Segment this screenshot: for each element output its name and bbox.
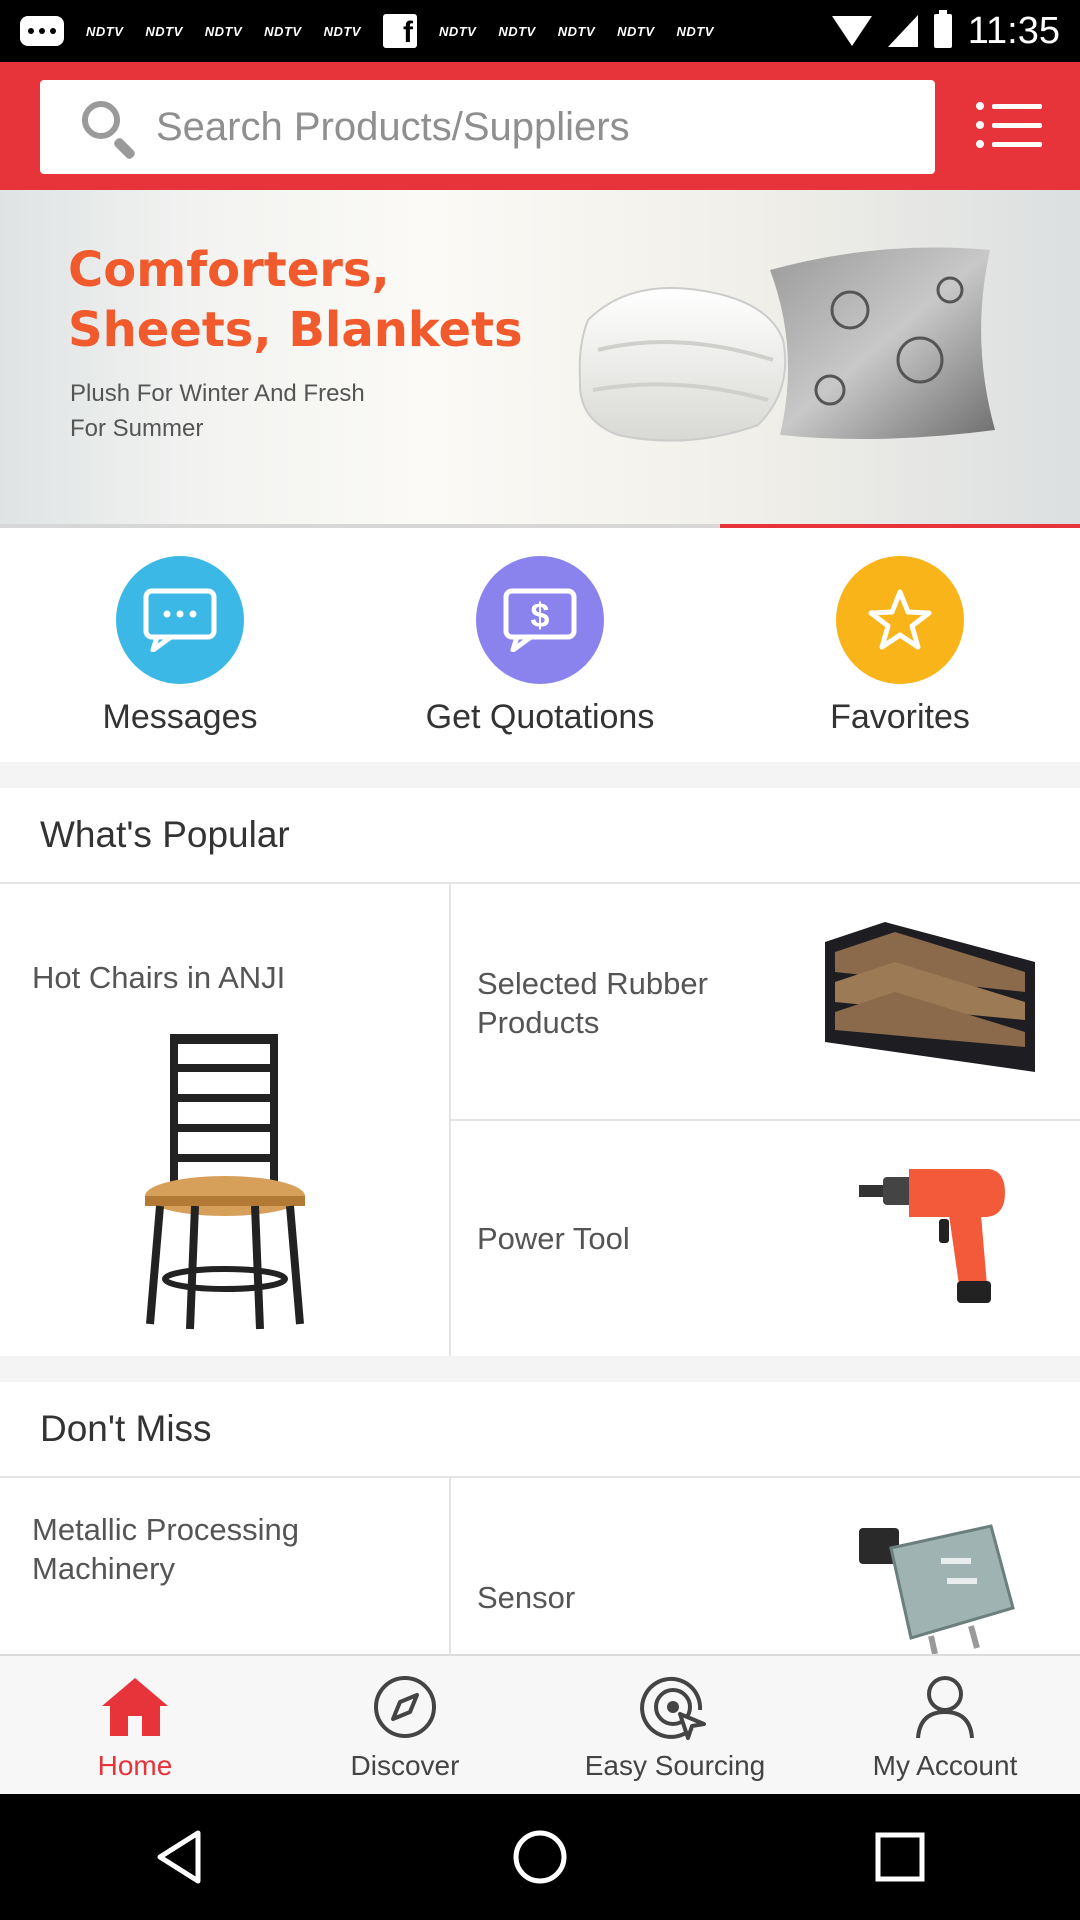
ndtv-notification-icon: NDTV xyxy=(323,23,361,39)
popular-item-rubber-products[interactable]: Selected Rubber Products xyxy=(451,884,1080,1119)
banner-subtitle: Plush For Winter And Fresh For Summer xyxy=(70,380,365,442)
messages-button[interactable]: Messages xyxy=(0,528,360,762)
status-bar: NDTV NDTV NDTV NDTV NDTV f NDTV NDTV NDT… xyxy=(0,0,1080,62)
nav-label: Discover xyxy=(350,1750,460,1781)
nav-discover[interactable]: Discover xyxy=(270,1656,540,1794)
bottom-navigation: Home Discover Easy Sourcing My Account xyxy=(0,1654,1080,1794)
nav-label: My Account xyxy=(872,1750,1018,1781)
popular-grid: Hot Chairs in ANJI Selected Rubber Produ… xyxy=(0,884,1080,1356)
popular-item-label: Hot Chairs in ANJI xyxy=(32,960,286,995)
back-icon[interactable] xyxy=(150,1827,210,1887)
search-icon xyxy=(78,97,138,161)
whats-popular-header: What's Popular xyxy=(0,788,1080,884)
battery-icon xyxy=(933,10,952,48)
dont-miss-item-label: Metallic Processing Machinery xyxy=(32,1512,300,1586)
dont-miss-item-sensor[interactable]: Sensor xyxy=(451,1478,1080,1654)
ndtv-notification-icon: NDTV xyxy=(145,23,183,39)
ndtv-notification-icon: NDTV xyxy=(86,23,124,39)
promo-banner[interactable]: Comforters, Sheets, Blankets Plush For W… xyxy=(0,190,1080,527)
ndtv-notification-icon: NDTV xyxy=(676,23,714,39)
popular-item-label: Power Tool xyxy=(477,1221,630,1256)
nav-easy-sourcing[interactable]: Easy Sourcing xyxy=(540,1656,810,1794)
rubber-belt-image xyxy=(825,922,1035,1072)
ndtv-notification-icon: NDTV xyxy=(617,23,655,39)
favorites-button[interactable]: Favorites xyxy=(720,528,1080,762)
chat-notification-icon xyxy=(20,16,64,46)
dont-miss-item-label: Sensor xyxy=(477,1580,576,1615)
ndtv-notification-icon: NDTV xyxy=(557,23,596,39)
get-quotations-label: Get Quotations xyxy=(425,698,655,736)
get-quotations-button[interactable]: $ Get Quotations xyxy=(360,528,720,762)
banner-title: Comforters, Sheets, Blankets xyxy=(68,242,523,358)
popular-item-hot-chairs[interactable]: Hot Chairs in ANJI xyxy=(0,884,449,1356)
pillow-image xyxy=(770,247,995,439)
messages-label: Messages xyxy=(102,698,258,736)
app-header xyxy=(0,62,1080,190)
section-title: What's Popular xyxy=(40,814,290,855)
signal-icon xyxy=(887,15,918,47)
system-navigation-bar xyxy=(0,1794,1080,1920)
ndtv-notification-icon: NDTV xyxy=(498,23,536,39)
menu-list-icon[interactable] xyxy=(976,102,1042,148)
bar-stool-image xyxy=(145,1034,305,1330)
facebook-notification-icon: f xyxy=(382,14,417,48)
ndtv-notification-icon: NDTV xyxy=(204,23,243,39)
power-drill-image xyxy=(859,1169,1005,1303)
dont-miss-item-metallic-machinery[interactable]: Metallic Processing Machinery xyxy=(0,1478,449,1654)
pressure-sensor-image xyxy=(859,1524,1015,1654)
popular-item-label: Selected Rubber Products xyxy=(477,966,708,1040)
search-input[interactable] xyxy=(156,104,916,150)
section-title: Don't Miss xyxy=(40,1408,212,1449)
ndtv-notification-icon: NDTV xyxy=(438,23,477,39)
star-icon xyxy=(836,556,964,684)
dont-miss-grid: Metallic Processing Machinery Sensor xyxy=(0,1478,1080,1654)
sourcing-target-icon xyxy=(640,1672,710,1742)
ndtv-notification-icon: NDTV xyxy=(264,23,302,39)
search-bar[interactable] xyxy=(40,80,935,174)
nav-my-account[interactable]: My Account xyxy=(810,1656,1080,1794)
favorites-label: Favorites xyxy=(830,698,970,736)
chat-bubble-icon xyxy=(116,556,244,684)
compass-icon xyxy=(370,1672,440,1742)
user-icon xyxy=(910,1672,980,1742)
clock: 11:35 xyxy=(967,9,1060,52)
home-icon xyxy=(100,1672,170,1742)
notification-icons: NDTV NDTV NDTV NDTV NDTV f NDTV NDTV NDT… xyxy=(20,14,832,48)
quotation-dollar-icon: $ xyxy=(476,556,604,684)
popular-item-power-tool[interactable]: Power Tool xyxy=(451,1121,1080,1356)
home-circle-icon[interactable] xyxy=(510,1827,570,1887)
dont-miss-header: Don't Miss xyxy=(0,1382,1080,1478)
wifi-icon xyxy=(831,16,872,46)
nav-label: Easy Sourcing xyxy=(584,1750,766,1781)
quick-actions: Messages $ Get Quotations Favorites xyxy=(0,528,1080,762)
svg-text:$: $ xyxy=(531,597,550,635)
nav-label: Home xyxy=(97,1750,173,1781)
recents-square-icon[interactable] xyxy=(870,1827,930,1887)
nav-home[interactable]: Home xyxy=(0,1656,270,1794)
